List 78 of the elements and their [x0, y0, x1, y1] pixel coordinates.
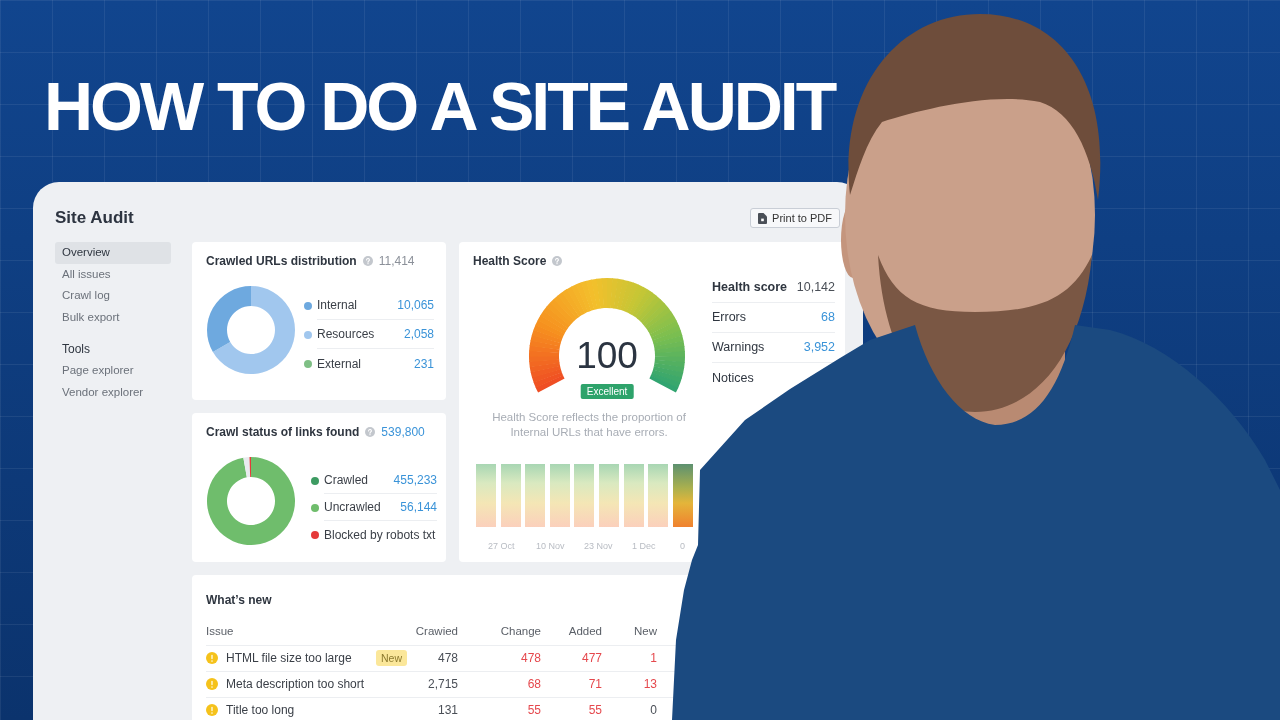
stat-value: 10,142 [796, 279, 835, 297]
date-label: 27 Oct [488, 541, 515, 551]
table-cell: 0 [602, 697, 657, 720]
stat-label: Errors [712, 309, 747, 327]
history-bar[interactable] [549, 464, 570, 527]
sidebar-heading: Tools [61, 341, 91, 357]
column-header: Issue [206, 619, 415, 645]
stat-value[interactable]: 68 [821, 308, 835, 327]
history-bar[interactable] [598, 464, 619, 527]
history-bar[interactable] [500, 464, 521, 527]
document-icon [758, 212, 768, 224]
table-cell: 478 [458, 645, 541, 671]
card-title: Crawled URLs distribution [206, 253, 357, 269]
total-count[interactable]: 539,800 [381, 424, 425, 440]
help-icon[interactable] [365, 427, 376, 437]
alert-icon [206, 652, 218, 664]
print-button[interactable]: Print to PDF [750, 208, 840, 228]
help-icon[interactable] [362, 256, 373, 266]
column-header: Added [541, 619, 602, 645]
legend-label: Crawled [324, 472, 368, 489]
legend-label: Uncrawled [324, 499, 381, 516]
headline: HOW TO DO A SITE AUDIT [44, 72, 835, 140]
column-header: Crawied [415, 619, 458, 645]
table-cell: 68 [458, 671, 541, 697]
sidebar-item[interactable]: Vendor explorer [55, 381, 171, 403]
help-icon[interactable] [552, 256, 563, 266]
sidebar-item[interactable]: Crawl log [55, 285, 171, 307]
history-bar[interactable] [574, 464, 595, 527]
page-title: Site Audit [55, 208, 134, 228]
sidebar-item[interactable]: Bulk export [55, 306, 171, 328]
stat-label: Warnings [712, 339, 765, 357]
total-count: 11,414 [378, 253, 415, 269]
stat-label: Notices [712, 369, 754, 387]
legend-label: Internal [317, 297, 358, 314]
history-bar[interactable] [623, 464, 644, 527]
legend-value[interactable]: 231 [413, 354, 434, 373]
column-header: New [602, 619, 657, 645]
table-cell: 71 [541, 671, 602, 697]
rating-badge: Excellent [580, 384, 634, 399]
date-label: 10 Nov [536, 541, 565, 551]
date-label: 1 Dec [632, 541, 656, 551]
issue-text[interactable]: Meta description too short [226, 675, 365, 693]
card-title: Crawl status of links found [206, 424, 360, 440]
issue-text[interactable]: HTML file size too large [226, 649, 352, 667]
sidebar-item[interactable]: Overview [55, 242, 171, 264]
table-cell: 478 [415, 645, 458, 671]
table-cell: 13 [602, 671, 657, 697]
issue-text[interactable]: Title too long [226, 701, 295, 719]
legend-value[interactable]: 2,058 [403, 325, 434, 343]
alert-icon [206, 678, 218, 690]
table-cell: 131 [415, 697, 458, 720]
column-header: Change [458, 619, 541, 645]
legend-value[interactable]: 455,233 [393, 471, 437, 489]
table-cell: 1 [602, 645, 657, 671]
sidebar-item[interactable]: Page explorer [55, 360, 171, 382]
table-cell: 55 [458, 697, 541, 720]
stat-label: Health score [712, 279, 788, 297]
history-bar[interactable] [525, 464, 546, 527]
legend-label: Blocked by robots txt [324, 526, 436, 544]
history-bar[interactable] [648, 464, 669, 527]
card-title: What’s new [206, 592, 272, 608]
date-label: 0 [680, 541, 685, 551]
date-label: 23 Nov [584, 541, 613, 551]
table-cell: 477 [541, 645, 602, 671]
legend-label: External [317, 355, 362, 373]
alert-icon [206, 704, 218, 716]
score-description: Health Score reflects the proportion of Internal URLs that have errors. [491, 410, 687, 440]
legend-label: Resources [317, 326, 375, 343]
history-bar[interactable] [672, 464, 693, 527]
new-badge: New [376, 650, 407, 666]
legend-value[interactable]: 10,065 [397, 296, 434, 314]
score-value: 100 [576, 336, 638, 376]
card-title: Health Score [473, 253, 547, 269]
sidebar-item[interactable]: All issues [55, 263, 171, 285]
stat-value[interactable]: 3,952 [803, 338, 835, 357]
table-cell: 2,715 [415, 671, 458, 697]
table-cell: 55 [541, 697, 602, 720]
legend-value[interactable]: 56,144 [400, 498, 437, 516]
